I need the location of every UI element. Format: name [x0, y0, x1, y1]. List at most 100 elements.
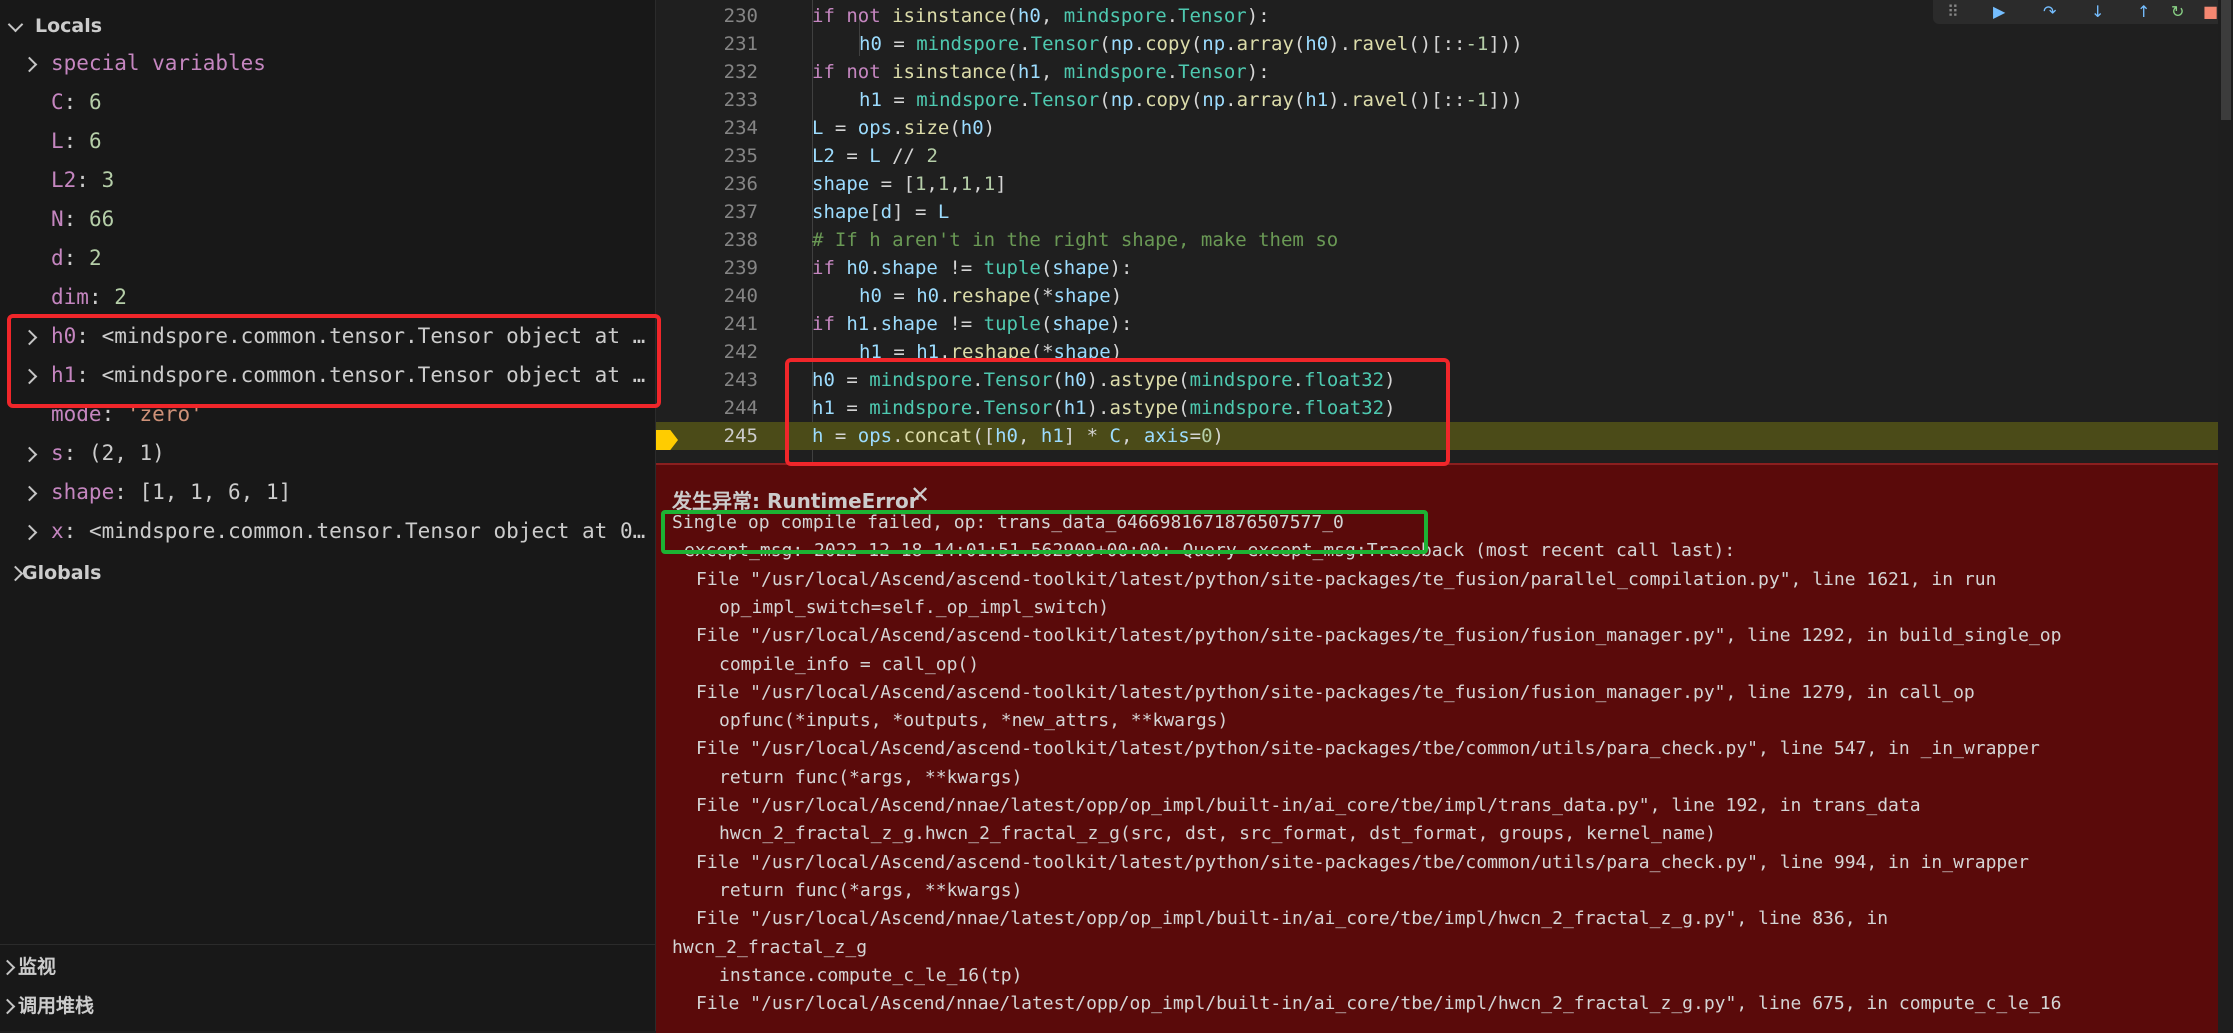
variable-row[interactable]: dim: 2 [0, 278, 655, 317]
debug-toolbar: ⠿ ▶ ↷ ↓ ↑ ↻ ■ [1933, 0, 2233, 24]
code-token: mindspore [1063, 5, 1167, 27]
code-token: . [1019, 33, 1031, 55]
code-line[interactable]: 240 h0 = h0.reshape(*shape) [656, 282, 2233, 310]
variable-value: (2, 1) [88, 441, 165, 465]
locals-section-header[interactable]: Locals [0, 8, 655, 44]
code-token: . [1133, 89, 1146, 111]
code-line[interactable]: 234 L = ops.size(h0) [656, 114, 2233, 142]
chevron-right-icon[interactable] [21, 56, 38, 73]
watch-section-header[interactable]: 监视 [0, 949, 655, 985]
code-line[interactable]: 235 L2 = L // 2 [656, 142, 2233, 170]
code-token: ( [1293, 33, 1306, 55]
code-token: ). [1328, 89, 1352, 111]
globals-section-header[interactable]: Globals [0, 555, 655, 591]
code-token: if [812, 313, 847, 335]
stop-icon[interactable]: ■ [2203, 2, 2218, 21]
code-text: h0 = mindspore.Tensor(np.copy(np.array(h… [859, 30, 1523, 58]
code-token: L [869, 145, 881, 167]
highlight-box-astype-lines [785, 358, 1450, 466]
code-token: copy [1145, 33, 1191, 55]
variable-row[interactable]: special variables [0, 44, 655, 83]
code-token: L [812, 117, 824, 139]
variable-row[interactable]: L2: 3 [0, 161, 655, 200]
code-token: . [1225, 89, 1237, 111]
chevron-right-icon[interactable] [21, 524, 38, 541]
line-number: 234 [723, 117, 758, 139]
code-line[interactable]: 239 if h0.shape != tuple(shape): [656, 254, 2233, 282]
code-token: h0 [859, 285, 882, 307]
variable-row[interactable]: d: 2 [0, 239, 655, 278]
code-token: 1 [914, 173, 927, 195]
code-token: ()[:: [1408, 89, 1466, 111]
restart-icon[interactable]: ↻ [2171, 2, 2184, 21]
line-number: 235 [723, 145, 758, 167]
variable-row[interactable]: L: 6 [0, 122, 655, 161]
editor-scrollbar[interactable] [2218, 0, 2233, 1031]
code-token: = [834, 145, 870, 167]
code-line[interactable]: 237 shape[d] = L [656, 198, 2233, 226]
scrollbar-thumb[interactable] [2221, 0, 2231, 120]
code-token: size [903, 117, 950, 139]
line-number: 232 [723, 61, 758, 83]
code-text: if not isinstance(h0, mindspore.Tensor): [812, 2, 1270, 30]
code-token: if not [812, 5, 893, 27]
variable-value: 6 [88, 129, 102, 153]
variable-name: L [51, 129, 64, 153]
code-token: != [937, 257, 984, 279]
code-token: = [881, 33, 917, 55]
code-token: . [892, 117, 904, 139]
chevron-right-icon[interactable] [21, 446, 38, 463]
line-number: 242 [723, 341, 758, 363]
code-token: copy [1145, 89, 1191, 111]
variable-row[interactable]: C: 6 [0, 83, 655, 122]
drag-handle-icon[interactable]: ⠿ [1947, 2, 1959, 21]
traceback-line: hwcn_2_fractal_z_g.hwcn_2_fractal_z_g(sr… [719, 823, 1716, 844]
variable-name: s [51, 441, 64, 465]
code-token: ] = [892, 201, 938, 223]
code-token: isinstance [892, 61, 1007, 83]
traceback-line: File "/usr/local/Ascend/ascend-toolkit/l… [696, 852, 2029, 873]
code-line[interactable]: 241 if h1.shape != tuple(shape): [656, 310, 2233, 338]
code-token: -1 [1465, 33, 1489, 55]
variable-row[interactable]: N: 66 [0, 200, 655, 239]
code-token: np [1202, 33, 1226, 55]
continue-icon[interactable]: ▶ [1993, 2, 2005, 21]
code-token: h0 [1017, 5, 1041, 27]
code-line[interactable]: 238 # If h aren't in the right shape, mak… [656, 226, 2233, 254]
chevron-right-icon [0, 959, 16, 976]
code-token: . [869, 257, 881, 279]
code-token: mindspore [916, 89, 1020, 111]
variable-row[interactable]: x: <mindspore.common.tensor.Tensor objec… [0, 512, 655, 551]
step-into-icon[interactable]: ↓ [2091, 2, 2104, 21]
step-out-icon[interactable]: ↑ [2137, 2, 2150, 21]
code-token: , [972, 173, 984, 195]
code-token: shape [812, 201, 870, 223]
code-token: tuple [983, 257, 1041, 279]
code-line[interactable]: 236 shape = [1,1,1,1] [656, 170, 2233, 198]
code-token: = [881, 285, 917, 307]
code-token: L2 [812, 145, 835, 167]
chevron-right-icon[interactable] [21, 485, 38, 502]
traceback-line: File "/usr/local/Ascend/ascend-toolkit/l… [696, 738, 2040, 759]
close-icon[interactable]: ✕ [910, 481, 930, 509]
code-line[interactable]: 231 h0 = mindspore.Tensor(np.copy(np.arra… [656, 30, 2233, 58]
code-token: . [1019, 89, 1031, 111]
step-over-icon[interactable]: ↷ [2043, 2, 2056, 21]
line-number: 230 [723, 5, 758, 27]
traceback-line: compile_info = call_op() [719, 654, 980, 675]
code-token: # If h aren't in the right shape, make t… [812, 229, 1339, 251]
variable-row[interactable]: s: (2, 1) [0, 434, 655, 473]
code-token: // [880, 145, 927, 167]
code-line[interactable]: 232 if not isinstance(h1, mindspore.Tenso… [656, 58, 2233, 86]
line-number: 233 [723, 89, 758, 111]
variable-row[interactable]: shape: [1, 1, 6, 1] [0, 473, 655, 512]
code-token: ( [1006, 61, 1018, 83]
code-token: Tensor [1030, 33, 1100, 55]
code-line[interactable]: 233 h1 = mindspore.Tensor(np.copy(np.arra… [656, 86, 2233, 114]
code-token: ): [1246, 61, 1270, 83]
callstack-section-header[interactable]: 调用堆栈 [0, 988, 655, 1024]
variable-value: <mindspore.common.tensor.Tensor object a… [88, 519, 646, 543]
variable-value: 2 [114, 285, 127, 309]
line-number: 241 [723, 313, 758, 335]
variable-name: C [51, 90, 64, 114]
